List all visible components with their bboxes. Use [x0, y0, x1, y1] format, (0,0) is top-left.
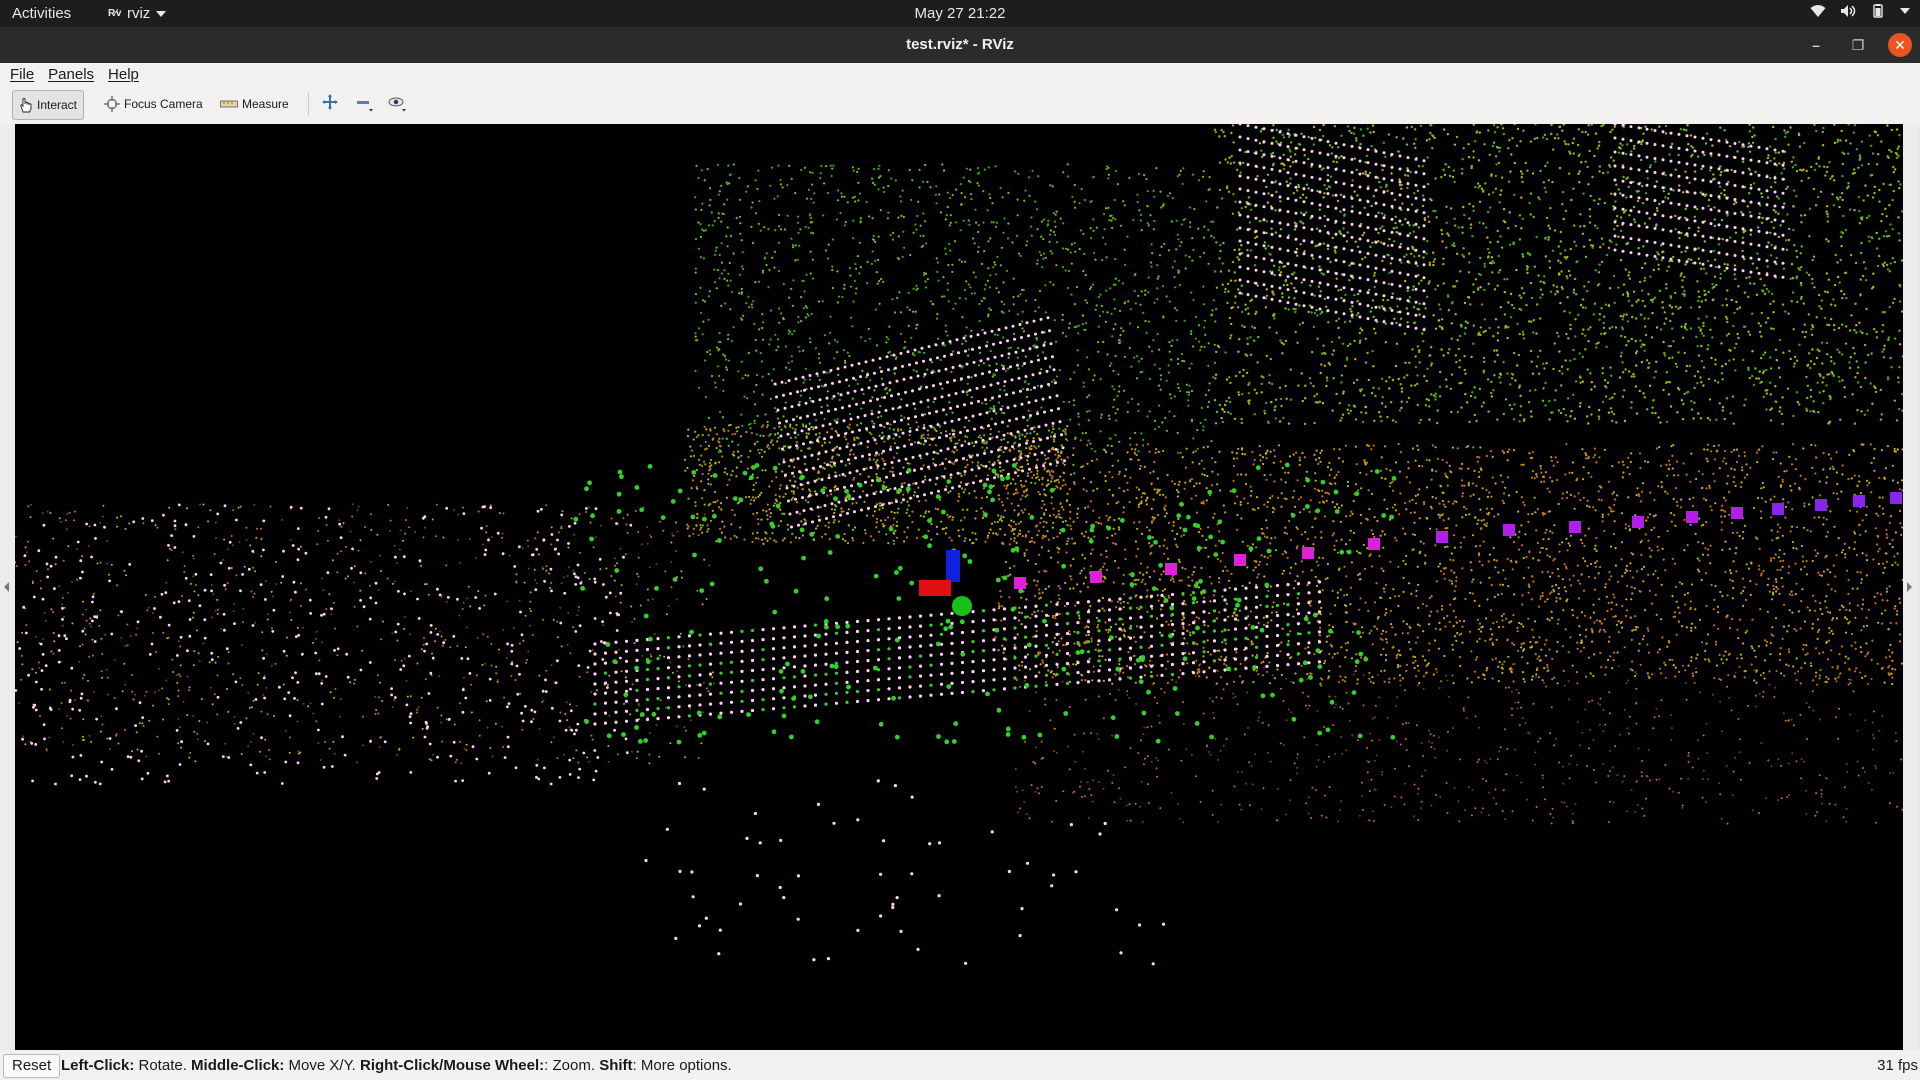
tf-axes-marker: [919, 550, 972, 616]
interaction-hint: Left-Click: Rotate. Middle-Click: Move X…: [61, 1057, 732, 1074]
trajectory-marker: [1090, 571, 1102, 583]
maximize-button[interactable]: ❐: [1846, 33, 1870, 57]
point-cloud-scene: [15, 124, 1903, 966]
trajectory-marker: [1302, 547, 1314, 559]
wifi-icon: [1810, 5, 1826, 17]
minimize-icon: –: [1812, 37, 1820, 53]
maximize-icon: ❐: [1851, 37, 1865, 53]
hint-middle-click: Middle-Click:: [191, 1057, 285, 1074]
close-button[interactable]: ✕: [1888, 33, 1912, 57]
render-panel: [0, 124, 1920, 1050]
trajectory-marker: [1569, 521, 1581, 533]
hint-right-click-text: : Zoom.: [544, 1057, 600, 1074]
trajectory-marker: [1165, 563, 1177, 575]
trajectory-marker: [1436, 531, 1448, 543]
view-tool-button[interactable]: [388, 94, 406, 117]
minus-remove-icon: [357, 101, 373, 112]
3d-view[interactable]: [15, 124, 1903, 1050]
interact-tool-button[interactable]: Interact: [12, 90, 85, 120]
hand-cursor-icon: [20, 98, 32, 113]
volume-icon: [1841, 5, 1856, 17]
window-controls: – ❐ ✕: [1804, 33, 1912, 57]
fps-counter: 31 fps: [1877, 1057, 1918, 1074]
window-titlebar[interactable]: test.rviz* - RViz – ❐ ✕: [0, 27, 1920, 63]
hint-right-click: Right-Click/Mouse Wheel:: [359, 1057, 545, 1074]
plus-move-icon: [322, 94, 338, 110]
trajectory-marker: [1853, 495, 1865, 507]
add-tool-button[interactable]: [322, 94, 338, 115]
trajectory-marker: [1234, 554, 1246, 566]
trajectory-marker: [1632, 516, 1644, 528]
clock[interactable]: May 27 21:22: [0, 5, 1920, 22]
trajectory-marker: [1368, 538, 1380, 550]
menu-help[interactable]: Help: [108, 66, 139, 83]
hint-shift-text: : More options.: [632, 1057, 732, 1074]
collapse-right-icon: [1907, 582, 1912, 592]
trajectory-marker: [1890, 492, 1902, 504]
minimize-button[interactable]: –: [1804, 33, 1828, 57]
reset-button[interactable]: Reset: [3, 1054, 61, 1078]
crosshair-icon: [104, 96, 120, 112]
trajectory-marker: [1014, 577, 1026, 589]
system-menu-chevron-icon: [1900, 8, 1910, 14]
tool-bar: Interact Focus Camera Measure: [0, 85, 1920, 125]
system-top-bar: Activities R⁄ᴠ rviz May 27 21:22: [0, 0, 1920, 27]
measure-label: Measure: [242, 97, 289, 111]
hint-left-click-text: Rotate.: [134, 1057, 192, 1074]
focus-camera-tool-button[interactable]: Focus Camera: [98, 90, 209, 118]
collapse-left-icon: [4, 582, 9, 592]
focus-camera-label: Focus Camera: [124, 97, 203, 111]
remove-tool-button[interactable]: [355, 94, 373, 117]
hint-left-click: Left-Click:: [61, 1057, 135, 1074]
left-dock-handle[interactable]: [0, 124, 15, 1050]
menu-file[interactable]: File: [10, 66, 34, 83]
status-bar: Reset Left-Click: Rotate. Middle-Click: …: [0, 1050, 1920, 1080]
measure-tool-button[interactable]: Measure: [214, 90, 295, 118]
menu-bar: File Panels Help: [0, 63, 1920, 85]
trajectory-marker: [1815, 499, 1827, 511]
trajectory-marker: [1731, 507, 1743, 519]
toolbar-separator: [308, 93, 309, 115]
interact-label: Interact: [37, 98, 78, 112]
hint-middle-click-text: Move X/Y.: [284, 1057, 360, 1074]
hint-shift: Shift: [599, 1057, 633, 1074]
trajectory-marker: [1686, 511, 1698, 523]
window-title: test.rviz* - RViz: [906, 36, 1014, 53]
system-tray[interactable]: [1810, 4, 1910, 18]
trajectory-marker: [1772, 503, 1784, 515]
menu-panels[interactable]: Panels: [48, 66, 94, 83]
battery-icon: [1873, 4, 1883, 18]
ruler-icon: [220, 100, 238, 108]
right-dock-handle[interactable]: [1903, 124, 1918, 1050]
eye-view-icon: [388, 97, 406, 112]
trajectory-marker: [1503, 524, 1515, 536]
close-icon: ✕: [1894, 37, 1906, 53]
